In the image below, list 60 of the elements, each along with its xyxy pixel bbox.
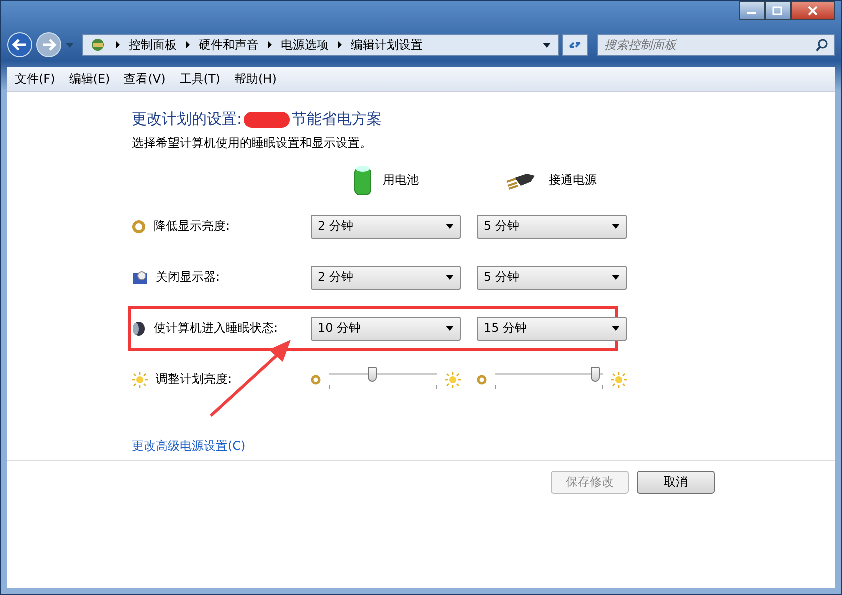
chevron-icon — [184, 41, 191, 49]
dropdown-arrow-icon — [612, 275, 620, 280]
setting-label: 调整计划亮度: — [156, 371, 232, 388]
breadcrumb-item[interactable]: 硬件和声音 — [198, 36, 259, 54]
column-header: 用电池 — [383, 172, 419, 188]
dim-brightness-icon — [132, 220, 146, 234]
dialog-button[interactable]: 取消 — [637, 471, 715, 494]
time-dropdown[interactable]: 10 分钟 — [311, 316, 461, 340]
forward-button[interactable] — [36, 32, 62, 58]
dropdown-arrow-icon — [446, 326, 454, 331]
moon-icon — [132, 320, 146, 336]
maximize-button[interactable] — [765, 1, 791, 20]
dim-brightness-icon — [311, 374, 321, 384]
menu-item[interactable]: 查看(V) — [124, 70, 166, 88]
dropdown-arrow-icon[interactable] — [542, 41, 552, 49]
dropdown-arrow-icon — [612, 224, 620, 229]
sun-icon — [611, 372, 627, 388]
slider-thumb[interactable] — [591, 366, 600, 382]
menu-item[interactable]: 工具(T) — [180, 70, 220, 88]
maximize-icon — [772, 6, 784, 16]
breadcrumb-item[interactable]: 控制面板 — [128, 36, 177, 54]
time-dropdown[interactable]: 2 分钟 — [311, 266, 461, 290]
address-bar[interactable]: 控制面板 硬件和声音 电源选项 编辑计划设置 — [82, 34, 560, 56]
battery-icon — [353, 164, 373, 196]
time-dropdown[interactable]: 5 分钟 — [477, 214, 627, 238]
menu-item[interactable]: 编辑(E) — [69, 70, 110, 88]
chevron-icon — [266, 41, 273, 49]
sun-icon — [445, 372, 461, 388]
advanced-settings-link[interactable]: 更改高级电源设置(C) — [132, 438, 246, 455]
description-text: 选择希望计算机使用的睡眠设置和显示设置。 — [132, 135, 373, 152]
dropdown-arrow-icon — [446, 224, 454, 229]
setting-label: 降低显示亮度: — [154, 218, 230, 235]
menu-item[interactable]: 文件(F) — [15, 70, 56, 88]
time-dropdown[interactable]: 5 分钟 — [477, 266, 627, 290]
column-header: 接通电源 — [549, 172, 597, 188]
setting-label: 关闭显示器: — [156, 269, 220, 286]
slider-thumb[interactable] — [368, 366, 378, 382]
breadcrumb-item[interactable]: 编辑计划设置 — [350, 36, 423, 54]
close-icon — [807, 6, 819, 16]
close-button[interactable] — [791, 1, 835, 20]
page-heading: 更改计划的设置: — [132, 110, 242, 129]
plan-name: 节能省电方案 — [292, 110, 382, 129]
monitor-clock-icon — [132, 270, 148, 286]
chevron-icon — [114, 41, 121, 49]
chevron-icon — [336, 41, 343, 49]
search-icon[interactable] — [815, 38, 829, 52]
refresh-button[interactable] — [562, 34, 588, 56]
dropdown-arrow-icon — [612, 326, 620, 331]
back-button[interactable] — [7, 32, 33, 58]
redaction-mark — [244, 112, 290, 128]
dropdown-arrow-icon — [446, 275, 454, 280]
minimize-button[interactable] — [739, 1, 765, 20]
setting-label: 使计算机进入睡眠状态: — [154, 320, 278, 337]
dim-brightness-icon — [477, 374, 487, 384]
sun-icon — [132, 372, 148, 388]
breadcrumb-item[interactable]: 电源选项 — [280, 36, 329, 54]
time-dropdown[interactable]: 2 分钟 — [311, 214, 461, 238]
search-field[interactable]: 搜索控制面板 — [597, 34, 835, 56]
time-dropdown[interactable]: 15 分钟 — [477, 316, 627, 340]
menu-item[interactable]: 帮助(H) — [234, 70, 277, 88]
